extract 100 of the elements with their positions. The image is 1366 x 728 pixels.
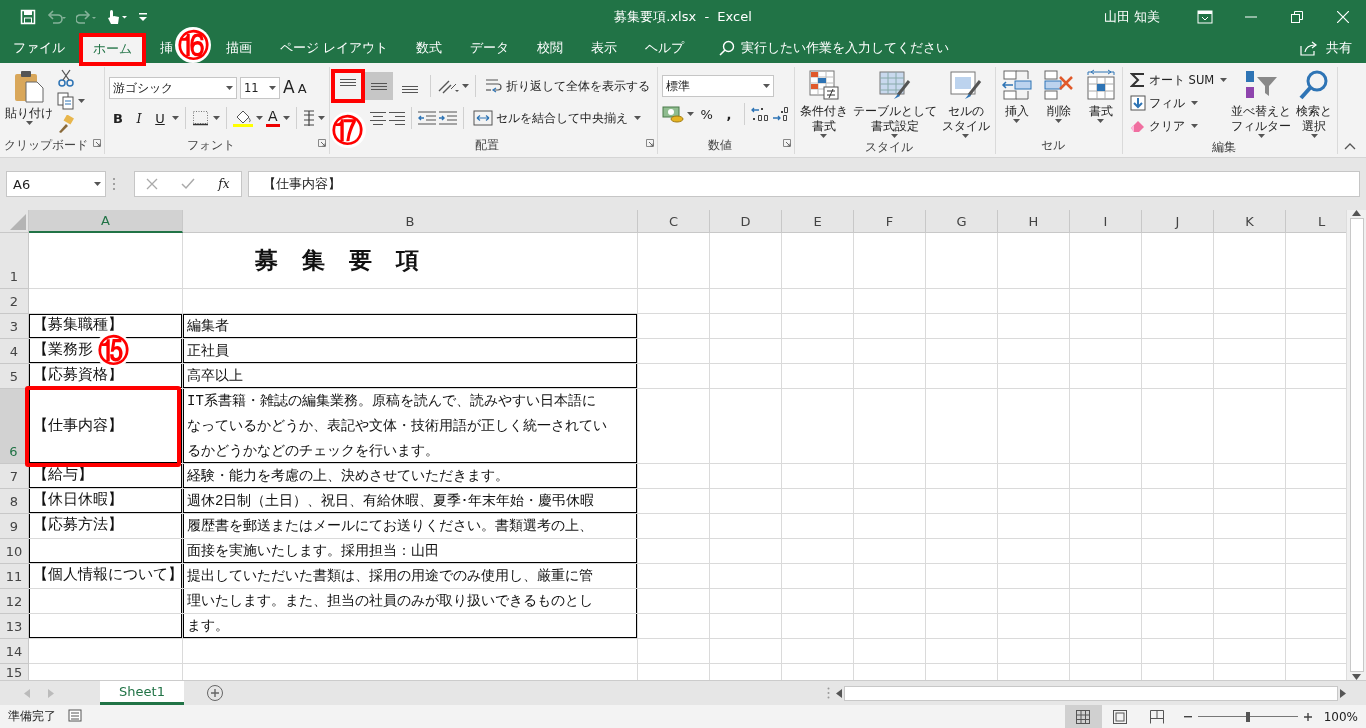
percent-button[interactable]: % — [696, 103, 717, 125]
row-header[interactable]: 9 — [0, 514, 29, 539]
dialog-launcher-icon[interactable] — [93, 139, 101, 147]
ribbon-tab[interactable]: データ — [459, 33, 520, 63]
fill-button[interactable]: フィル — [1126, 92, 1188, 114]
share-icon[interactable] — [1300, 40, 1318, 56]
row-header[interactable]: 4 — [0, 339, 29, 364]
ribbon-tab[interactable]: 描画 — [215, 33, 263, 63]
ribbon-tab[interactable]: 校閲 — [526, 33, 574, 63]
collapse-icon[interactable] — [1344, 142, 1356, 150]
minimize-icon[interactable] — [1245, 15, 1257, 18]
caret-icon[interactable] — [78, 99, 85, 103]
row-header[interactable]: 12 — [0, 589, 29, 614]
share-button[interactable]: 共有 — [1326, 39, 1352, 57]
row-header[interactable]: 11 — [0, 564, 29, 589]
hand-icon[interactable] — [106, 8, 128, 25]
border-icon[interactable] — [192, 110, 210, 126]
ribbon-options-icon[interactable] — [1197, 9, 1213, 24]
sort-filter-button[interactable]: 並べ替えと フィルター — [1230, 67, 1293, 140]
delete-button[interactable]: 削除 — [1041, 67, 1076, 138]
increase-decimal-icon[interactable] — [750, 107, 769, 121]
autosum-button[interactable]: オート SUM — [1126, 69, 1218, 91]
ribbon-tab[interactable]: 数式 — [405, 33, 453, 63]
column-header[interactable]: I — [1070, 210, 1142, 233]
dialog-launcher-icon[interactable] — [317, 139, 326, 147]
dialog-launcher-icon[interactable] — [782, 139, 791, 147]
caret-icon[interactable] — [213, 116, 220, 120]
macro-icon[interactable] — [68, 708, 82, 722]
paste-button[interactable]: 貼り付け — [4, 67, 54, 138]
grow-font-button[interactable]: A — [283, 77, 295, 99]
column-header[interactable]: F — [854, 210, 926, 233]
column-header[interactable]: L — [1286, 210, 1346, 233]
underline-button[interactable]: U — [151, 107, 169, 129]
restore-icon[interactable] — [1291, 10, 1303, 23]
ribbon-tab[interactable]: 表示 — [580, 33, 628, 63]
wrap-text-button[interactable]: 折り返して全体を表示する — [481, 75, 653, 97]
font-size-field[interactable]: 11 — [240, 77, 280, 99]
column-header[interactable]: C — [638, 210, 710, 233]
row-header[interactable]: 13 — [0, 614, 29, 639]
row-header[interactable]: 3 — [0, 314, 29, 339]
formula-field[interactable]: 【仕事内容】 — [248, 171, 1360, 197]
merge-center-button[interactable]: セルを結合して中央揃え — [469, 107, 631, 129]
close-icon[interactable] — [1337, 10, 1349, 23]
column-header[interactable]: G — [926, 210, 998, 233]
format-table-button[interactable]: テーブルとして 書式設定 — [851, 67, 938, 140]
name-box[interactable]: A6 — [6, 171, 106, 197]
ribbon-tab[interactable]: ホーム — [82, 36, 143, 63]
caret-icon[interactable] — [172, 116, 179, 120]
phonetic-icon[interactable] — [302, 110, 315, 126]
align-right-icon[interactable] — [388, 111, 405, 125]
normal-view-button[interactable] — [1064, 705, 1102, 728]
scissors-icon[interactable] — [57, 69, 75, 87]
money-icon[interactable] — [661, 105, 684, 123]
decrease-decimal-icon[interactable] — [771, 107, 790, 121]
align-center-icon[interactable] — [369, 111, 386, 125]
row-header[interactable]: 5 — [0, 364, 29, 389]
format-button[interactable]: 書式 — [1083, 67, 1118, 138]
ribbon-tab[interactable]: ファイル — [2, 33, 76, 63]
align-middle-button[interactable] — [364, 72, 393, 100]
caret-icon[interactable] — [1220, 78, 1228, 82]
column-header[interactable]: J — [1142, 210, 1214, 233]
number-format-field[interactable]: 標準 — [661, 75, 774, 97]
check-icon[interactable] — [181, 178, 196, 190]
caret-icon[interactable] — [317, 116, 325, 120]
column-header[interactable]: B — [183, 210, 638, 233]
scroll-right-icon[interactable] — [1340, 688, 1346, 698]
clear-button[interactable]: クリア — [1126, 115, 1188, 137]
caret-icon[interactable] — [256, 116, 263, 120]
row-header[interactable]: 1 — [0, 233, 29, 289]
increase-indent-icon[interactable] — [438, 111, 457, 125]
caret-icon[interactable] — [282, 116, 290, 120]
caret-icon[interactable] — [1190, 124, 1198, 128]
copy-icon[interactable] — [57, 92, 75, 110]
shrink-font-button[interactable]: A — [297, 77, 307, 99]
ribbon-tab[interactable]: 挿 — [149, 33, 175, 63]
row-header[interactable]: 2 — [0, 289, 29, 314]
ribbon-tab[interactable]: ヘルプ — [634, 33, 695, 63]
bold-button[interactable]: B — [109, 107, 127, 129]
paint-bucket-icon[interactable] — [233, 109, 253, 127]
scrollbar-thumb[interactable] — [1349, 218, 1364, 672]
caret-icon[interactable] — [461, 84, 469, 88]
sheet-tab[interactable]: Sheet1 — [100, 681, 184, 705]
insert-button[interactable]: 挿入 — [999, 67, 1034, 138]
column-header[interactable]: K — [1214, 210, 1286, 233]
caret-icon[interactable] — [686, 112, 694, 116]
ribbon-tab[interactable]: ページ レイアウト — [269, 33, 399, 63]
insert-function-button[interactable]: fx — [218, 177, 230, 191]
zoom-out-icon[interactable] — [1183, 715, 1192, 718]
column-header[interactable]: H — [998, 210, 1070, 233]
column-header[interactable]: D — [710, 210, 782, 233]
comma-button[interactable]: , — [719, 103, 738, 125]
row-header[interactable]: 14 — [0, 639, 29, 664]
zoom-in-icon[interactable] — [1303, 712, 1312, 721]
zoom-level[interactable]: 100% — [1323, 709, 1358, 724]
add-sheet-icon[interactable] — [206, 684, 224, 702]
dialog-launcher-icon[interactable] — [645, 139, 654, 147]
column-header[interactable]: A — [29, 210, 183, 233]
conditional-format-button[interactable]: 条件付き 書式 — [798, 67, 849, 140]
row-header[interactable]: 7 — [0, 464, 29, 489]
row-header[interactable]: 8 — [0, 489, 29, 514]
